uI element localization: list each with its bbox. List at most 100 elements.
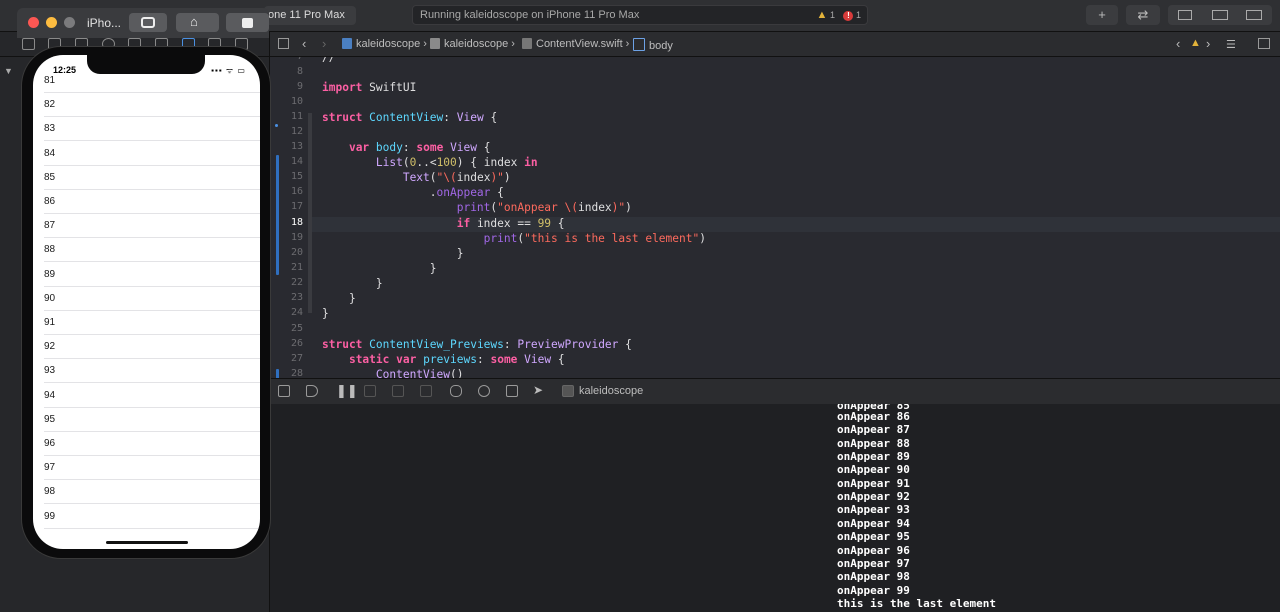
line-number: 22: [290, 277, 303, 288]
simulate-location-icon[interactable]: ➤: [533, 383, 543, 397]
list-row[interactable]: 97: [33, 456, 260, 481]
variables-view[interactable]: [270, 404, 836, 612]
code-line-18: if index == 99 {: [456, 217, 565, 230]
list-row-label: 90: [44, 292, 56, 304]
line-number: 24: [290, 307, 303, 318]
console-line: this is the last element: [837, 596, 996, 610]
list-row[interactable]: 84: [33, 142, 260, 166]
console-line: onAppear 95: [837, 530, 910, 544]
code-line-28: ContentView(): [375, 368, 464, 378]
list-row-label: 92: [44, 341, 56, 353]
list-row[interactable]: 95: [33, 408, 260, 432]
related-items-icon[interactable]: [278, 38, 289, 49]
console-line: onAppear 94: [837, 516, 910, 530]
navigator-toggle-icon[interactable]: [1178, 10, 1192, 20]
breakpoints-toggle-icon[interactable]: [306, 385, 318, 397]
editor-options-icon[interactable]: ☰: [1226, 38, 1236, 51]
list-row[interactable]: 99: [33, 505, 260, 529]
breadcrumb-file[interactable]: ContentView.swift ›: [522, 38, 629, 50]
list-row-label: 86: [44, 196, 56, 207]
list-row[interactable]: 90: [33, 287, 260, 311]
step-out-icon[interactable]: [420, 385, 432, 397]
console-line: onAppear 99: [837, 583, 910, 597]
close-window-icon[interactable]: [28, 17, 39, 28]
prev-issue-icon[interactable]: ‹: [1176, 36, 1180, 51]
breadcrumb-project[interactable]: kaleidoscope ›: [342, 38, 427, 50]
line-number: 23: [290, 292, 303, 303]
console-line: onAppear 96: [837, 543, 910, 557]
project-icon: [342, 38, 352, 49]
scheme-destination-selector[interactable]: one 11 Pro Max: [264, 6, 356, 25]
list-row[interactable]: 85: [33, 166, 260, 190]
list-row-label: 99: [44, 510, 56, 522]
list-row-label: 84: [44, 147, 56, 159]
list-row[interactable]: 83: [33, 117, 260, 142]
forward-icon[interactable]: ›: [322, 36, 326, 51]
list-row[interactable]: 98: [33, 480, 260, 505]
list-row-label: 91: [44, 317, 56, 328]
home-indicator[interactable]: [106, 541, 188, 544]
code-line-11: struct ContentView: View {: [322, 111, 498, 124]
folder-icon[interactable]: [22, 38, 35, 50]
view-debugger-icon[interactable]: [450, 385, 462, 397]
list-row[interactable]: 86: [33, 190, 260, 214]
code-fold-ribbon[interactable]: [308, 113, 312, 313]
code-line-16: .onAppear {: [322, 186, 504, 199]
console-line: onAppear 93: [837, 503, 910, 517]
breadcrumb-group[interactable]: kaleidoscope ›: [430, 38, 515, 50]
console-line: onAppear 89: [837, 450, 910, 464]
list-row[interactable]: 87: [33, 214, 260, 239]
console-output[interactable]: onAppear 85 onAppear 86 onAppear 87 onAppea…: [836, 404, 1280, 612]
list-row[interactable]: 89: [33, 263, 260, 287]
list-row[interactable]: 93: [33, 359, 260, 384]
issue-warning-icon[interactable]: ▲: [1190, 37, 1201, 49]
add-editor-icon[interactable]: [1258, 38, 1270, 49]
code-line-15: Text("\(index)"): [402, 171, 511, 184]
list-row[interactable]: 92: [33, 335, 260, 360]
line-number: 21: [290, 262, 303, 273]
list-row-label: 94: [44, 389, 56, 401]
disclosure-triangle-icon[interactable]: ▼: [4, 66, 13, 76]
screenshot-button[interactable]: [129, 13, 167, 32]
next-issue-icon[interactable]: ›: [1206, 36, 1210, 51]
library-button[interactable]: +: [1086, 5, 1118, 25]
step-over-icon[interactable]: [364, 385, 376, 397]
back-icon[interactable]: ‹: [302, 36, 306, 51]
iphone-screen[interactable]: 12:25 ▪▪▪ ᯤ ▭ 81 82 83 84 85 86 87 88 89 90 91 92 93…: [33, 55, 260, 549]
panel-toggle-group: [1168, 5, 1272, 25]
list-row[interactable]: 82: [33, 93, 260, 118]
code-review-button[interactable]: ⇄: [1126, 5, 1160, 25]
memory-graph-icon[interactable]: [478, 385, 490, 397]
line-number: 27: [290, 353, 303, 364]
line-number: 28: [290, 368, 303, 378]
inspector-toggle-icon[interactable]: [1246, 10, 1262, 20]
app-icon: [562, 385, 574, 397]
zoom-window-icon[interactable]: [64, 17, 75, 28]
environment-overrides-icon[interactable]: [506, 385, 518, 397]
line-number: 9: [296, 81, 303, 92]
list-row-label: 83: [44, 123, 56, 135]
jump-bar: ‹ › kaleidoscope › kaleidoscope › Conten…: [270, 32, 1280, 57]
code-line-17: print("onAppear \(index)"): [456, 201, 632, 214]
line-number: 13: [290, 141, 303, 152]
pause-icon[interactable]: ❚❚: [336, 383, 358, 399]
issue-badges[interactable]: ▲ 1 ! 1: [817, 6, 861, 24]
list-row[interactable]: 96: [33, 432, 260, 456]
debug-target-label[interactable]: kaleidoscope: [579, 385, 643, 397]
code-line-21: }: [322, 262, 437, 275]
home-button[interactable]: ⌂: [176, 13, 219, 32]
list-row[interactable]: 88: [33, 238, 260, 263]
step-into-icon[interactable]: [392, 385, 404, 397]
list-row[interactable]: 94: [33, 384, 260, 408]
list-row[interactable]: 81: [33, 69, 260, 93]
rotate-button[interactable]: [226, 13, 269, 32]
minimize-window-icon[interactable]: [46, 17, 57, 28]
list-row[interactable]: 91: [33, 311, 260, 335]
hide-debug-area-icon[interactable]: [278, 385, 290, 397]
breadcrumb-symbol[interactable]: body: [633, 38, 673, 52]
line-number: 8: [296, 66, 303, 77]
code-line-9: import SwiftUI: [322, 81, 417, 94]
debug-area-toggle-icon[interactable]: [1212, 10, 1228, 20]
console-line: onAppear 92: [837, 490, 910, 504]
source-editor[interactable]: 7 8 9 10 11 12 13 14 15 16 17 18 19 20 21 22 23 24 25 26 27 2…: [270, 57, 1280, 378]
